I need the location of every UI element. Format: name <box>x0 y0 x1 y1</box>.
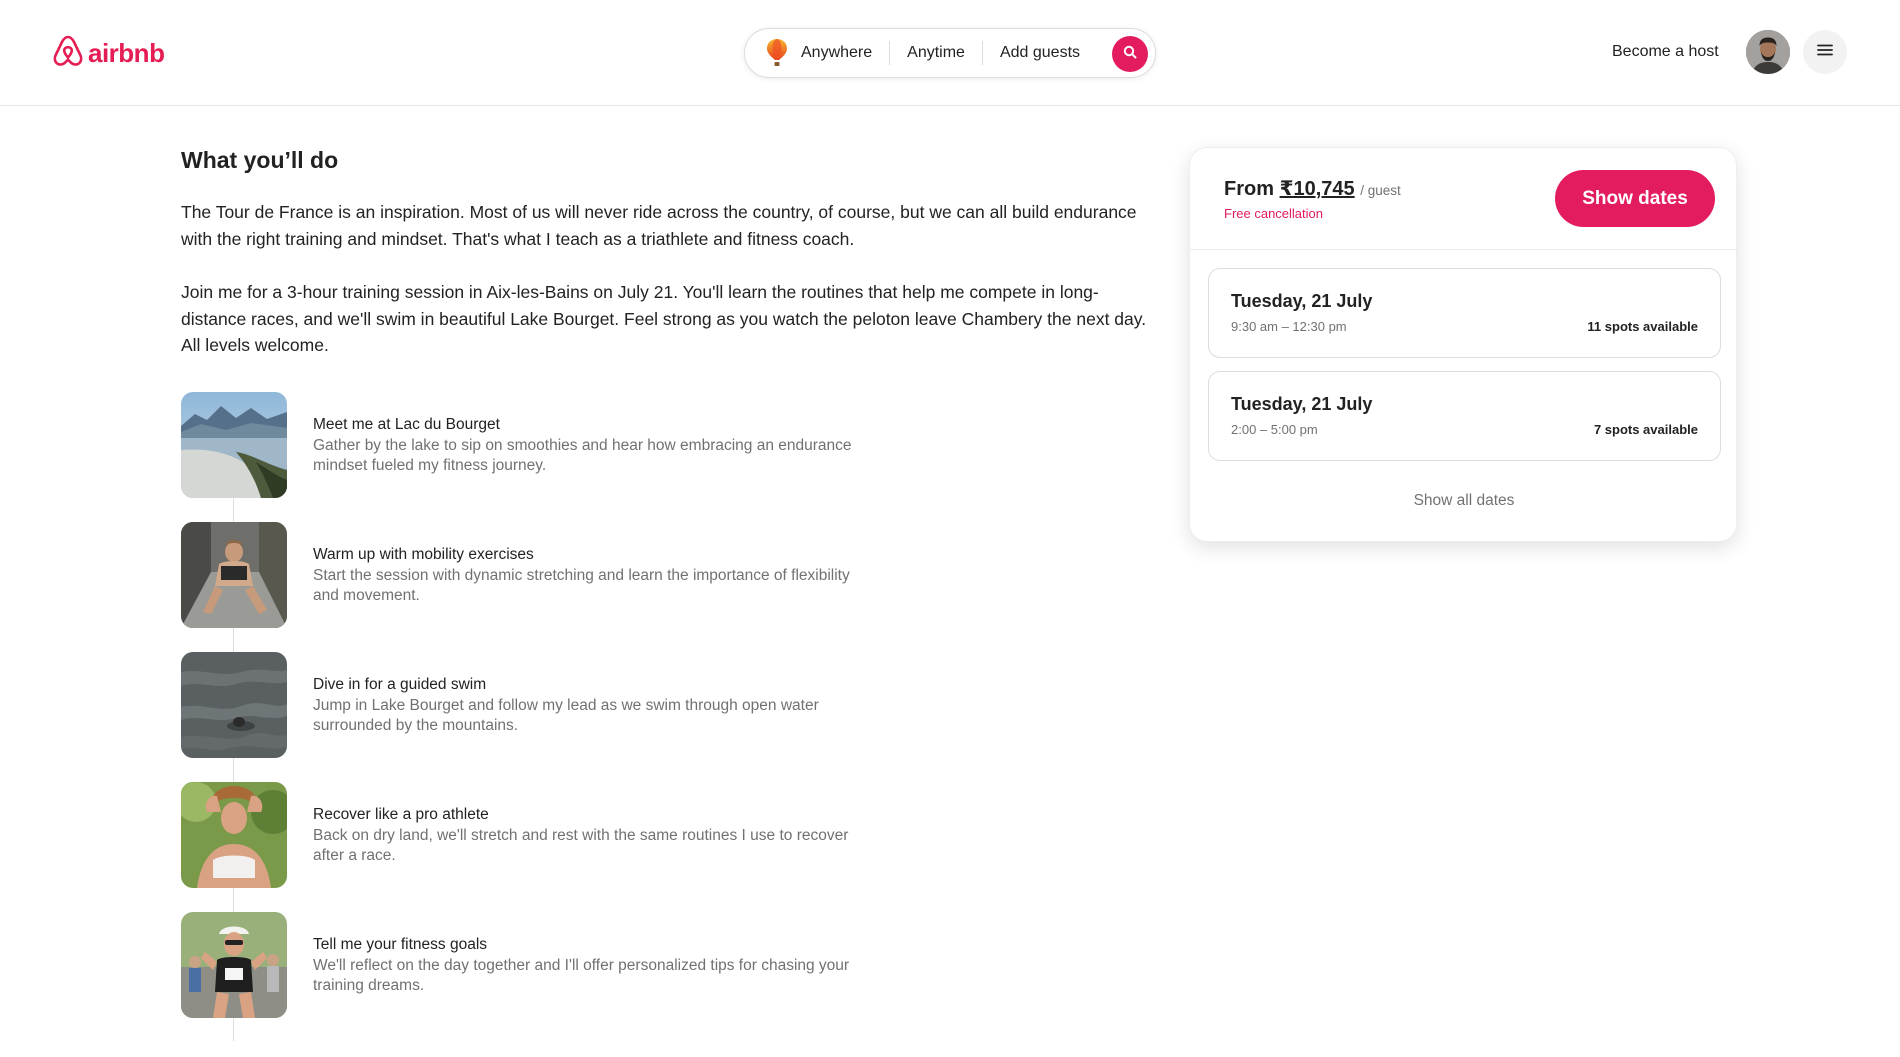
menu-button[interactable] <box>1803 30 1847 74</box>
user-avatar[interactable] <box>1746 30 1790 74</box>
become-a-host-link[interactable]: Become a host <box>1612 43 1719 61</box>
booking-card-header: From ₹10,745 / guest Free cancellation S… <box>1190 148 1738 250</box>
step-description: We'll reflect on the day together and I'… <box>313 957 850 994</box>
search-bar[interactable]: Anywhere Anytime Add guests <box>744 28 1156 78</box>
airbnb-logo[interactable]: airbnb <box>52 34 165 73</box>
description-paragraph: Join me for a 3-hour training session in… <box>181 282 1147 355</box>
date-time: 9:30 am – 12:30 pm <box>1231 319 1347 334</box>
show-dates-button[interactable]: Show dates <box>1555 170 1715 227</box>
step-photo-lake <box>181 392 287 498</box>
date-day: Tuesday, 21 July <box>1231 394 1373 414</box>
date-option[interactable]: Tuesday, 21 July 9:30 am – 12:30 pm 11 s… <box>1208 268 1721 358</box>
step-title: Meet me at Lac du Bourget <box>313 416 500 433</box>
logo-wordmark: airbnb <box>88 38 165 68</box>
booking-card: From ₹10,745 / guest Free cancellation S… <box>1189 147 1738 542</box>
search-guests[interactable]: Add guests <box>983 44 1097 62</box>
itinerary-step: Tell me your fitness goals We'll reflect… <box>181 912 881 1018</box>
date-day: Tuesday, 21 July <box>1231 291 1373 311</box>
description-paragraph: The Tour de France is an inspiration. Mo… <box>181 202 1137 249</box>
step-title: Tell me your fitness goals <box>313 936 488 953</box>
date-spots: 7 spots available <box>1593 422 1698 437</box>
step-title: Dive in for a guided swim <box>313 676 487 693</box>
itinerary-step: Warm up with mobility exercises Start th… <box>181 522 881 628</box>
step-photo-runners <box>181 912 287 1018</box>
step-description: Back on dry land, we'll stretch and rest… <box>313 827 849 864</box>
section-title: What you’ll do <box>181 147 339 173</box>
step-description: Gather by the lake to sip on smoothies a… <box>313 437 852 474</box>
top-header: airbnb Anywhere Anytime Add guests Becom… <box>0 0 1900 106</box>
show-all-dates-link[interactable]: Show all dates <box>1190 492 1738 510</box>
step-description: Jump in Lake Bourget and follow my lead … <box>313 697 819 734</box>
step-photo-swim <box>181 652 287 758</box>
search-icon <box>1123 45 1137 64</box>
hot-air-balloon-icon <box>765 38 789 68</box>
step-title: Warm up with mobility exercises <box>313 546 534 563</box>
price-from-label: From <box>1224 178 1274 200</box>
price-per-guest: / guest <box>1360 183 1401 198</box>
free-cancellation-label: Free cancellation <box>1224 206 1323 221</box>
step-description: Start the session with dynamic stretchin… <box>313 567 850 604</box>
step-photo-recover <box>181 782 287 888</box>
itinerary-step: Recover like a pro athlete Back on dry l… <box>181 782 881 888</box>
date-spots: 11 spots available <box>1587 319 1698 334</box>
airbnb-logo-icon <box>52 34 84 73</box>
hamburger-menu-icon <box>1817 43 1833 61</box>
search-location[interactable]: Anywhere <box>797 44 889 62</box>
date-time: 2:00 – 5:00 pm <box>1231 422 1318 437</box>
date-option[interactable]: Tuesday, 21 July 2:00 – 5:00 pm 7 spots … <box>1208 371 1721 461</box>
step-photo-warmup <box>181 522 287 628</box>
itinerary-step: Dive in for a guided swim Jump in Lake B… <box>181 652 881 758</box>
price-line: From ₹10,745 / guest <box>1224 176 1401 201</box>
price-amount[interactable]: ₹10,745 <box>1280 178 1355 200</box>
step-title: Recover like a pro athlete <box>313 806 489 823</box>
itinerary-step: Meet me at Lac du Bourget Gather by the … <box>181 392 881 498</box>
search-time[interactable]: Anytime <box>890 44 982 62</box>
search-button[interactable] <box>1112 36 1148 72</box>
